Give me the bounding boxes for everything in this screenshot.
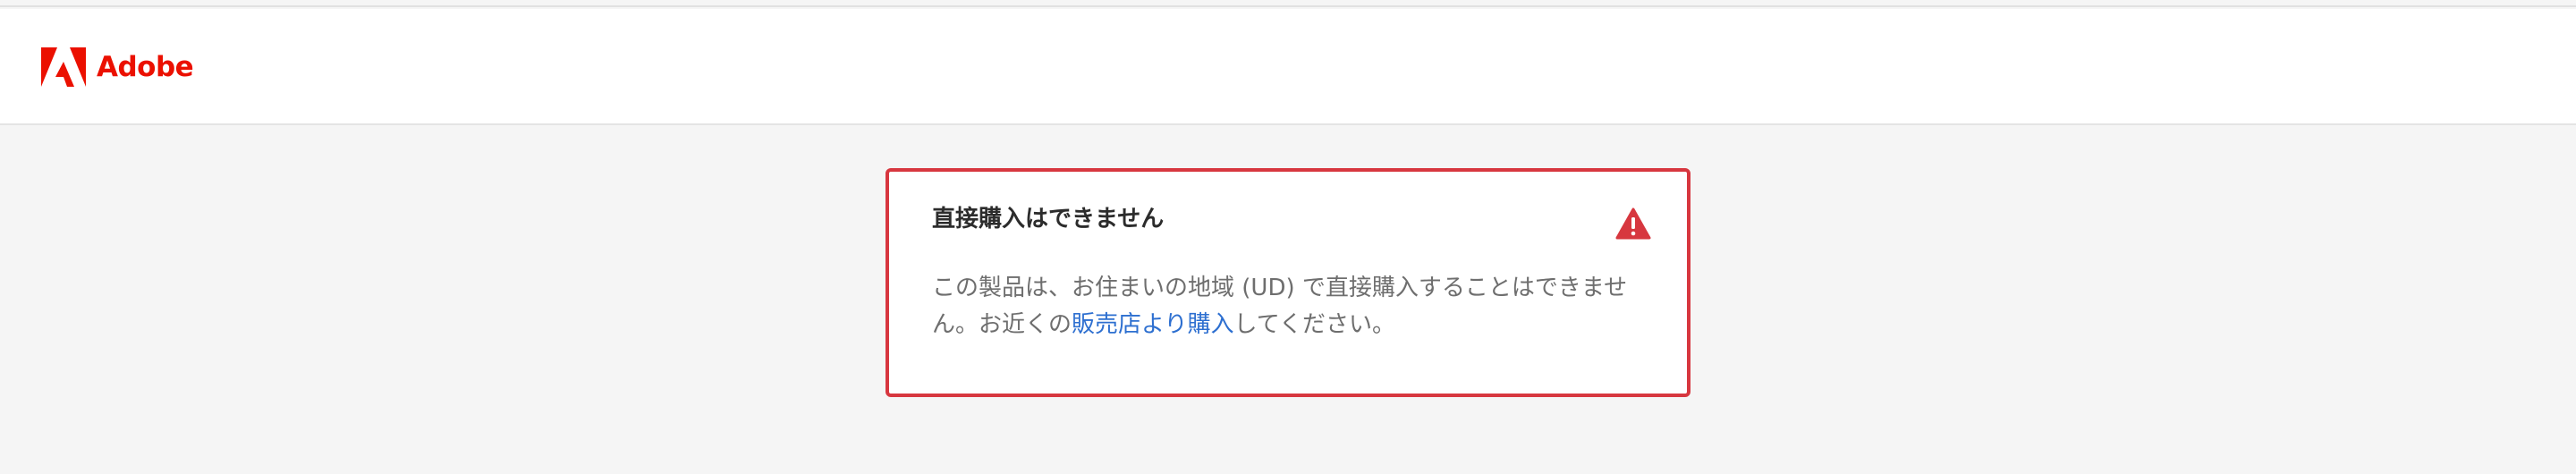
buy-from-reseller-link[interactable]: 販売店より購入 [1072, 311, 1233, 338]
top-strip [0, 0, 2576, 7]
alert-message: この製品は、お住まいの地域 (UD) で直接購入することはできません。お近くの販… [932, 270, 1648, 343]
brand-name: Adobe [97, 51, 194, 83]
warning-icon [1615, 207, 1651, 240]
adobe-logo-link[interactable]: Adobe [41, 47, 194, 87]
alert-title: 直接購入はできません [932, 206, 1165, 233]
adobe-logo-icon [41, 47, 86, 87]
purchase-unavailable-alert: 直接購入はできません この製品は、お住まいの地域 (UD) で直接購入することは… [886, 168, 1690, 397]
site-header: Adobe [0, 9, 2576, 125]
alert-message-suffix: してください。 [1233, 311, 1395, 338]
